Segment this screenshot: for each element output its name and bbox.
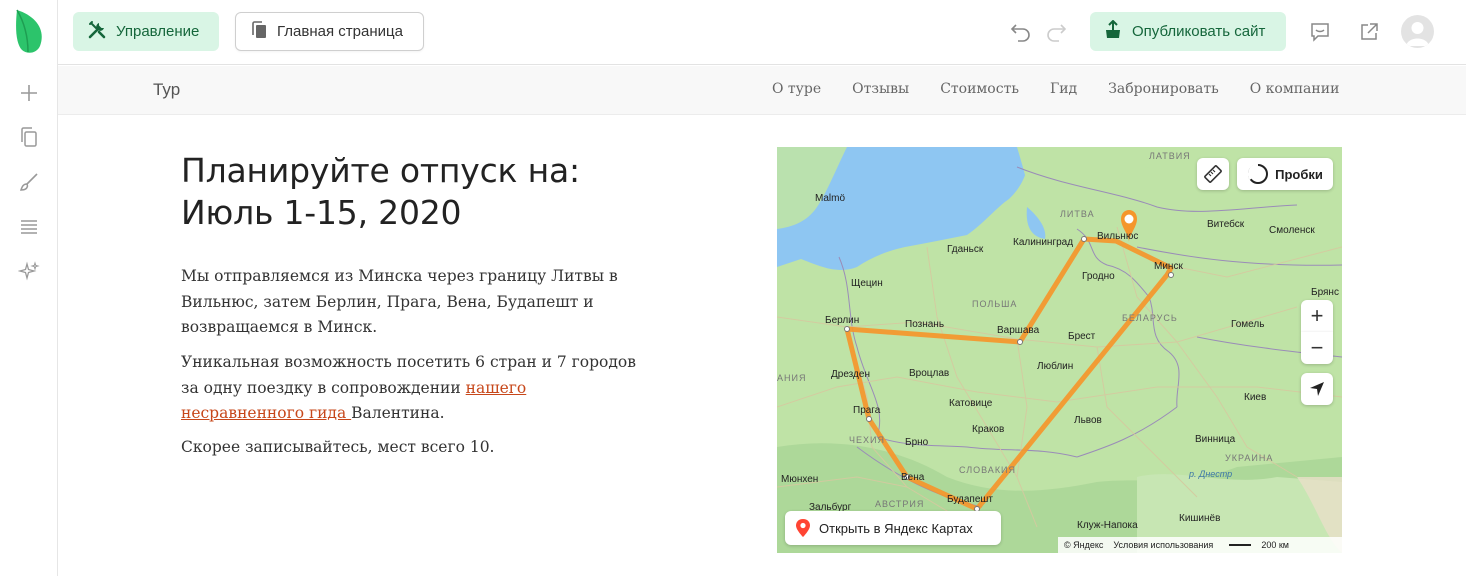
top-bar: Управление Главная страница Опубликовать… [58, 0, 1466, 65]
map-copyright-bar: © Яндекс Условия использования 200 км [1058, 537, 1342, 553]
manage-button[interactable]: Управление [73, 12, 219, 51]
opportunity-paragraph: Уникальная возможность посетить 6 стран … [181, 350, 651, 427]
city-wroclaw: Вроцлав [909, 368, 950, 379]
open-in-yandex-maps-label: Открыть в Яндекс Картах [819, 520, 973, 536]
nav-item-about-tour[interactable]: О туре [772, 81, 821, 97]
redo-icon[interactable] [1043, 19, 1069, 45]
city-vilnius: Вильнюс [1097, 231, 1139, 242]
city-chisinau: Кишинёв [1179, 513, 1221, 524]
brush-icon[interactable] [14, 167, 44, 197]
signup-paragraph: Скорее записывайтесь, мест всего 10. [181, 438, 495, 456]
city-bryansk: Брянс [1311, 287, 1339, 298]
manage-label: Управление [116, 23, 200, 40]
page-title: Планируйте отпуск на: Июль 1-15, 2020 [181, 150, 580, 234]
nav-item-reviews[interactable]: Отзывы [852, 81, 909, 97]
home-page-button[interactable]: Главная страница [235, 12, 424, 51]
comment-icon[interactable] [1306, 18, 1334, 46]
site-navigation: Тур О туре Отзывы Стоимость Гид Забронир… [58, 66, 1466, 115]
publish-label: Опубликовать сайт [1132, 23, 1266, 40]
publish-icon [1104, 19, 1122, 44]
title-line-1: Планируйте отпуск на: [181, 151, 580, 190]
open-external-icon[interactable] [1355, 18, 1383, 46]
location-arrow-icon [1310, 382, 1324, 396]
traffic-label: Пробки [1275, 166, 1323, 182]
city-smolensk: Смоленск [1269, 225, 1315, 236]
title-line-2: Июль 1-15, 2020 [181, 193, 462, 232]
route-paragraph: Мы отправляемся из Минска через границу … [181, 267, 618, 336]
opportunity-text: Уникальная возможность посетить 6 стран … [181, 353, 636, 397]
city-praha: Прага [853, 405, 881, 416]
sparkles-icon[interactable] [14, 257, 44, 287]
city-munich: Мюнхен [781, 474, 819, 485]
city-malmo: Malmö [815, 193, 846, 204]
route-map[interactable]: ЛАТВИЯ ЛИТВА ПОЛЬША БЕЛАРУСЬ ЧЕХИЯ СЛОВА… [777, 147, 1342, 553]
ruler-button[interactable] [1197, 158, 1229, 190]
city-dresden: Дрезден [831, 369, 870, 380]
site-brand[interactable]: Тур [153, 80, 180, 100]
city-gdansk: Гданьск [947, 244, 984, 255]
city-brest: Брест [1068, 331, 1096, 342]
undo-icon[interactable] [1008, 19, 1034, 45]
country-czech: ЧЕХИЯ [849, 435, 885, 445]
city-vinnytsia: Винница [1195, 434, 1236, 445]
city-vitebsk: Витебск [1207, 219, 1245, 230]
city-warsaw: Варшава [997, 325, 1040, 336]
map-terms-link[interactable]: Условия использования [1113, 540, 1213, 550]
city-brno: Брно [905, 437, 929, 448]
home-page-label: Главная страница [277, 23, 403, 40]
user-avatar[interactable] [1401, 15, 1434, 48]
city-cluj: Клуж-Напока [1077, 520, 1138, 531]
map-scale: 200 км [1261, 540, 1289, 550]
city-kyiv: Киев [1244, 392, 1267, 403]
city-grodno: Гродно [1082, 271, 1115, 282]
city-lublin: Люблин [1037, 361, 1074, 372]
sections-icon[interactable] [14, 212, 44, 242]
country-lithuania: ЛИТВА [1060, 209, 1095, 219]
pages-icon [251, 20, 267, 43]
city-budapest: Будапешт [947, 494, 993, 505]
city-lviv: Львов [1074, 415, 1102, 426]
city-vienna: Вена [901, 472, 925, 483]
river-dniester: р. Днестр [1189, 469, 1233, 479]
country-belarus: БЕЛАРУСЬ [1122, 313, 1178, 323]
city-gomel: Гомель [1231, 319, 1265, 330]
city-berlin: Берлин [825, 315, 860, 326]
left-rail [0, 0, 58, 576]
nav-item-about-company[interactable]: О компании [1250, 81, 1340, 97]
traffic-button[interactable]: Пробки [1237, 158, 1333, 190]
open-in-yandex-maps-button[interactable]: Открыть в Яндекс Картах [785, 511, 1001, 545]
ruler-icon [1204, 165, 1222, 183]
guide-name-text: Валентина. [351, 404, 445, 422]
country-poland: ПОЛЬША [972, 299, 1018, 309]
map-copyright: © Яндекс [1064, 540, 1104, 550]
site-menu: О туре Отзывы Стоимость Гид Забронироват… [772, 81, 1370, 97]
nav-item-guide[interactable]: Гид [1050, 81, 1077, 97]
scale-bar [1229, 544, 1252, 546]
country-ukraine: УКРАИНА [1225, 453, 1274, 463]
leaf-logo-icon[interactable] [14, 8, 44, 54]
add-icon[interactable] [14, 78, 44, 108]
map-background [777, 147, 1342, 553]
country-latvia: ЛАТВИЯ [1149, 151, 1191, 161]
pages-icon[interactable] [14, 122, 44, 152]
city-szczecin: Щецин [851, 278, 883, 289]
country-slovakia: СЛОВАКИЯ [959, 465, 1017, 475]
city-katowice: Катовице [949, 398, 993, 409]
nav-item-booking[interactable]: Забронировать [1108, 81, 1219, 97]
publish-site-button[interactable]: Опубликовать сайт [1090, 12, 1286, 51]
city-kaliningrad: Калининград [1013, 237, 1074, 248]
locate-button[interactable] [1301, 373, 1333, 405]
city-minsk: Минск [1154, 261, 1183, 272]
zoom-in-button[interactable]: + [1301, 300, 1333, 332]
zoom-out-button[interactable]: − [1301, 332, 1333, 364]
country-austria: АВСТРИЯ [875, 499, 925, 509]
traffic-icon [1248, 163, 1269, 184]
city-poznan: Познань [905, 319, 945, 330]
map-pin-icon [796, 519, 810, 537]
nav-item-price[interactable]: Стоимость [940, 81, 1019, 97]
country-germany: АНИЯ [777, 373, 807, 383]
city-krakow: Краков [972, 424, 1005, 435]
tools-icon [87, 20, 107, 44]
